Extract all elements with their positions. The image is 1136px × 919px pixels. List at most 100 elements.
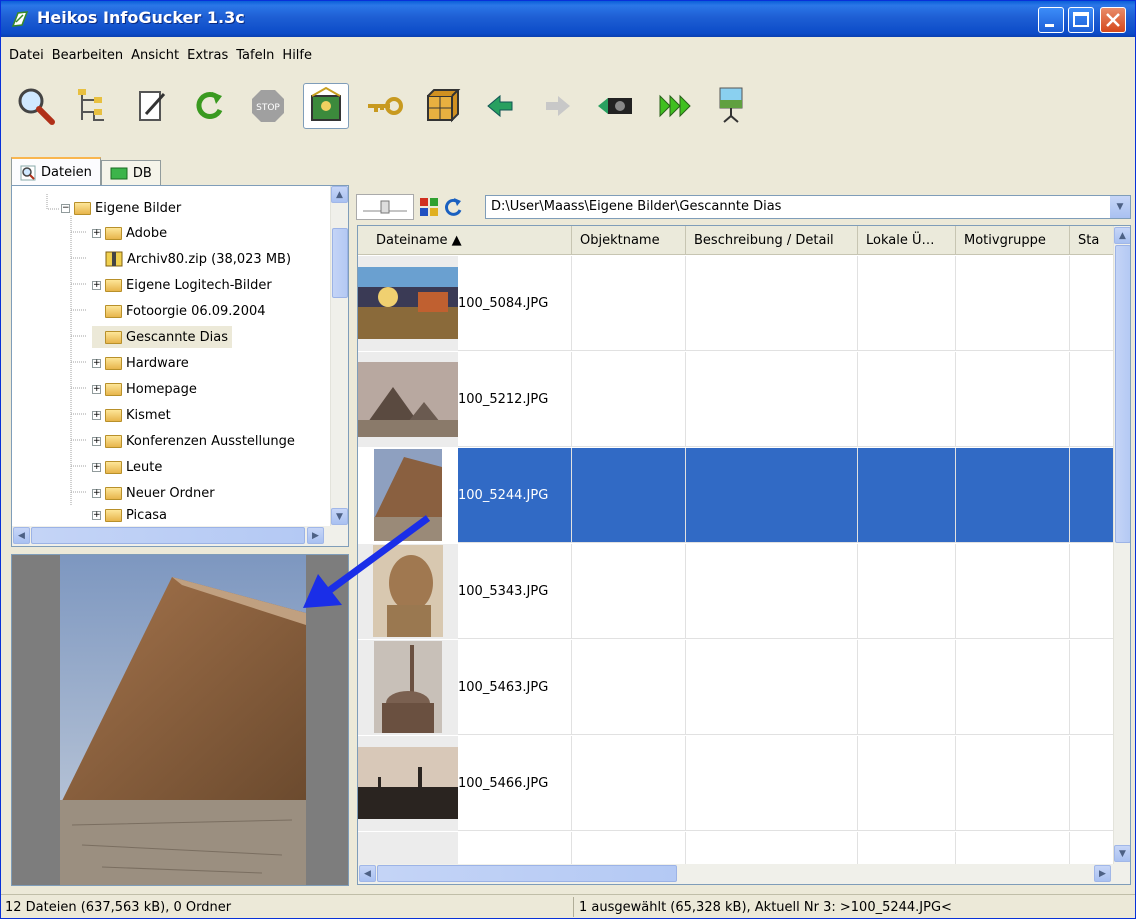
box-icon — [427, 89, 461, 123]
grid-view-button[interactable] — [418, 196, 440, 218]
column-header-sta[interactable]: Sta — [1070, 226, 1118, 255]
grid-vertical-scrollbar[interactable]: ▲ ▼ — [1113, 226, 1130, 864]
column-header-objektname[interactable]: Objektname — [572, 226, 686, 255]
expand-icon[interactable]: + — [92, 410, 101, 420]
expand-icon[interactable]: + — [92, 462, 101, 472]
back-button[interactable] — [477, 83, 523, 129]
tree-item-selected[interactable]: Gescannte Dias — [92, 326, 233, 348]
edit-button[interactable] — [129, 83, 175, 129]
tree-item[interactable]: + Eigene Logitech-Bilder — [92, 274, 272, 296]
cell-dateiname: 100_5084.JPG — [358, 255, 572, 351]
grid-view-icon — [420, 198, 438, 216]
folder-icon — [105, 330, 122, 344]
slider-icon — [363, 200, 407, 214]
cell-dateiname: 100_5343.JPG — [358, 543, 572, 639]
slideshow-button[interactable] — [709, 83, 755, 129]
table-row[interactable]: 100_5084.JPG — [358, 255, 1116, 351]
tree-item[interactable]: Fotoorgie 06.09.2004 — [92, 300, 266, 322]
scroll-left-button[interactable]: ◀ — [359, 865, 376, 882]
scroll-thumb[interactable] — [31, 527, 305, 544]
scroll-right-button[interactable]: ▶ — [307, 527, 324, 544]
folder-tree[interactable]: − Eigene Bilder + Adobe Archiv80.zip (38… — [11, 185, 349, 547]
scroll-thumb[interactable] — [332, 228, 348, 298]
tree-item[interactable]: − Eigene Bilder — [61, 197, 181, 219]
expand-icon[interactable]: + — [92, 228, 101, 238]
cell-dateiname: 100_5212.JPG — [358, 351, 572, 447]
scroll-thumb[interactable] — [1115, 245, 1130, 543]
expand-icon[interactable]: + — [92, 510, 101, 520]
grid-horizontal-scrollbar[interactable]: ◀ ▶ — [358, 864, 1130, 884]
chevron-down-icon[interactable]: ▼ — [1110, 196, 1130, 218]
tree-item[interactable]: + Hardware — [92, 352, 189, 374]
thumbnail-image — [358, 361, 458, 437]
expand-icon[interactable]: + — [92, 384, 101, 394]
tree-item[interactable]: Archiv80.zip (38,023 MB) — [92, 248, 291, 270]
pyramid-preview-image — [12, 555, 348, 885]
status-separator — [573, 897, 574, 917]
table-row[interactable]: 100_5466.JPG — [358, 735, 1116, 831]
column-header-lokale[interactable]: Lokale Ü… — [858, 226, 956, 255]
key-button[interactable] — [361, 83, 407, 129]
minimize-button[interactable] — [1038, 7, 1064, 33]
folder-icon — [105, 304, 122, 318]
expand-icon[interactable]: + — [92, 358, 101, 368]
tree-view-button[interactable] — [71, 83, 117, 129]
expand-icon[interactable]: + — [92, 280, 101, 290]
tree-item[interactable]: + Neuer Ordner — [92, 482, 215, 504]
stop-button[interactable]: STOP — [245, 83, 291, 129]
table-row[interactable]: 100_5463.JPG — [358, 639, 1116, 735]
forward-button[interactable] — [535, 83, 581, 129]
tree-item[interactable]: + Konferenzen Ausstellunge — [92, 430, 295, 452]
tab-dateien[interactable]: Dateien — [11, 157, 101, 186]
tree-item-label: Kismet — [126, 407, 171, 423]
thumbnail — [358, 255, 458, 351]
scroll-down-button[interactable]: ▼ — [1114, 845, 1130, 862]
menu-hilfe[interactable]: Hilfe — [278, 48, 316, 63]
tab-db[interactable]: DB — [100, 160, 161, 185]
collapse-icon[interactable]: − — [61, 203, 70, 213]
menu-extras[interactable]: Extras — [183, 48, 232, 63]
camera-button[interactable] — [593, 83, 639, 129]
picture-view-button[interactable] — [303, 83, 349, 129]
tree-item[interactable]: + Picasa — [92, 504, 167, 526]
tree-item[interactable]: + Homepage — [92, 378, 197, 400]
table-row-selected[interactable]: 100_5244.JPG — [358, 447, 1116, 543]
thumbnail-size-slider[interactable] — [356, 194, 414, 220]
refresh-view-button[interactable] — [442, 196, 464, 218]
fast-forward-button[interactable] — [651, 83, 697, 129]
menu-ansicht[interactable]: Ansicht — [127, 48, 183, 63]
tree-item-label: Hardware — [126, 355, 189, 371]
search-button[interactable] — [13, 83, 59, 129]
refresh-button[interactable] — [187, 83, 233, 129]
table-row[interactable]: 100_5212.JPG — [358, 351, 1116, 447]
column-header-beschreibung[interactable]: Beschreibung / Detail — [686, 226, 858, 255]
tree-item[interactable]: + Adobe — [92, 222, 167, 244]
menu-bearbeiten[interactable]: Bearbeiten — [48, 48, 127, 63]
scroll-down-button[interactable]: ▼ — [331, 508, 348, 525]
box-button[interactable] — [419, 83, 465, 129]
file-grid[interactable]: Dateiname ▲ Objektname Beschreibung / De… — [357, 225, 1131, 885]
scroll-left-button[interactable]: ◀ — [13, 527, 30, 544]
menu-datei[interactable]: Datei — [5, 48, 48, 63]
tree-item[interactable]: + Kismet — [92, 404, 171, 426]
expand-icon[interactable]: + — [92, 488, 101, 498]
tree-vertical-scrollbar[interactable]: ▲ ▼ — [330, 186, 348, 526]
path-combobox[interactable]: D:\User\Maass\Eigene Bilder\Gescannte Di… — [485, 195, 1131, 219]
table-row[interactable]: 100_5343.JPG — [358, 543, 1116, 639]
file-name: 100_5466.JPG — [458, 775, 549, 791]
maximize-button[interactable] — [1068, 7, 1094, 33]
close-button[interactable] — [1100, 7, 1126, 33]
expand-icon[interactable]: + — [92, 436, 101, 446]
title-bar[interactable]: Heikos InfoGucker 1.3c — [1, 1, 1135, 37]
status-selection: 1 ausgewählt (65,328 kB), Aktuell Nr 3: … — [579, 900, 952, 915]
scroll-up-button[interactable]: ▲ — [331, 186, 348, 203]
menu-tafeln[interactable]: Tafeln — [232, 48, 278, 63]
tree-horizontal-scrollbar[interactable]: ◀ ▶ — [12, 526, 348, 546]
tree-item[interactable]: + Leute — [92, 456, 162, 478]
search-icon — [20, 165, 36, 180]
column-header-dateiname[interactable]: Dateiname ▲ — [358, 226, 572, 255]
scroll-up-button[interactable]: ▲ — [1114, 227, 1130, 244]
scroll-right-button[interactable]: ▶ — [1094, 865, 1111, 882]
scroll-thumb[interactable] — [377, 865, 677, 882]
column-header-motivgruppe[interactable]: Motivgruppe — [956, 226, 1070, 255]
